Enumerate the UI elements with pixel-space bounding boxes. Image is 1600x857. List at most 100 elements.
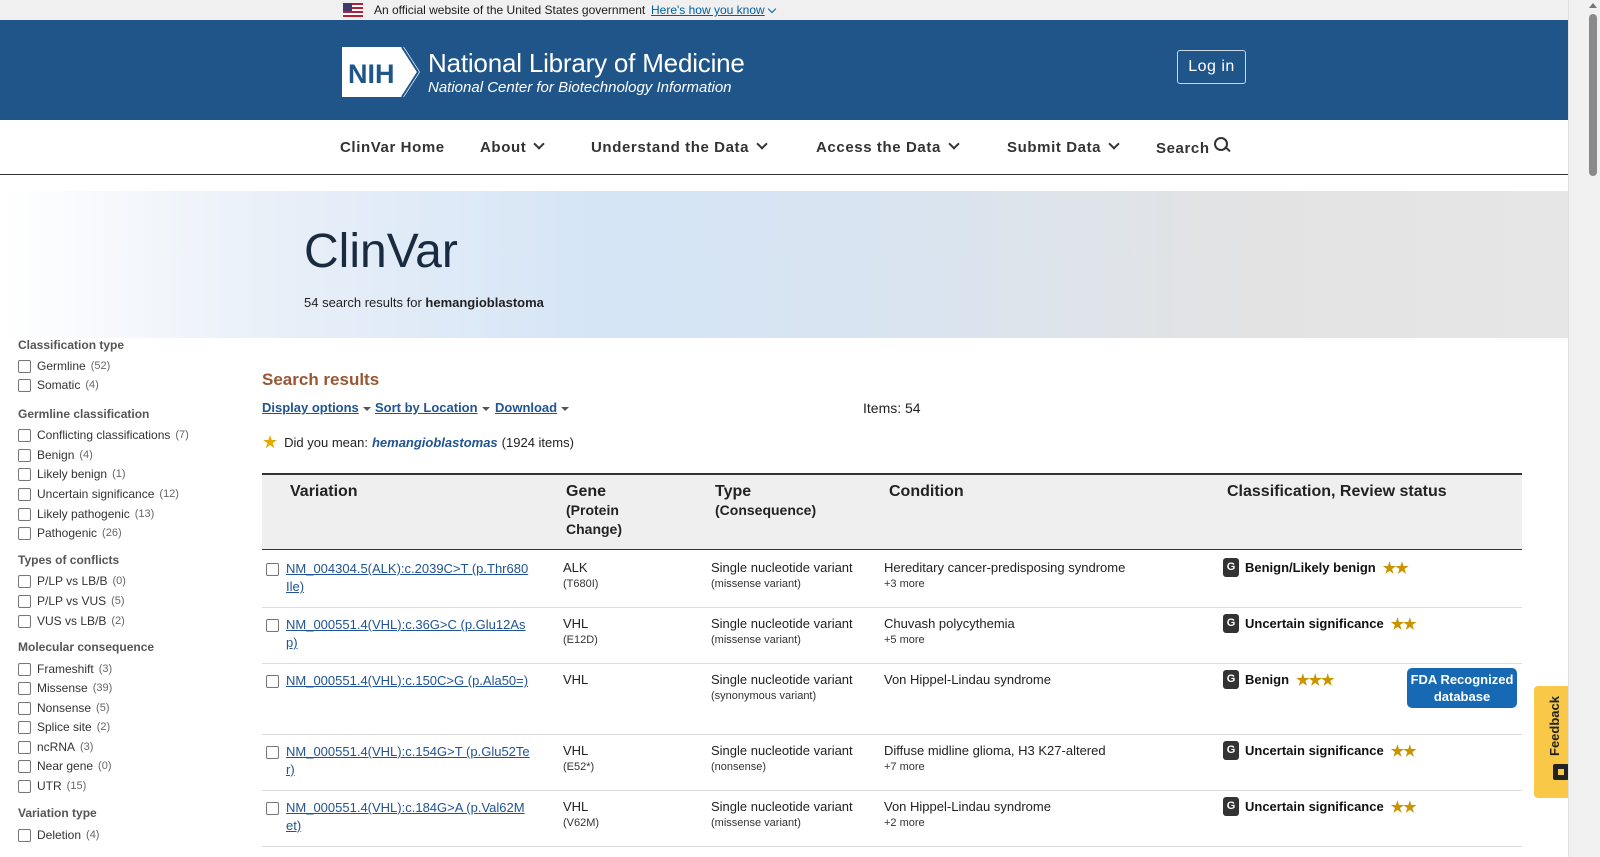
nav-clinvar-home[interactable]: ClinVar Home xyxy=(340,139,445,156)
gene-cell: VHL xyxy=(563,672,589,687)
facet-heading: Molecular consequence xyxy=(18,640,155,654)
facet-ncrna[interactable]: ncRNA (3) xyxy=(18,738,93,756)
nav-submit-data[interactable]: Submit Data xyxy=(1007,138,1120,156)
gene-cell: VHL (E12D) xyxy=(563,616,598,646)
nlm-logo[interactable]: NIH National Library of Medicine Nationa… xyxy=(342,47,762,97)
facet-pathogenic[interactable]: Pathogenic (26) xyxy=(18,524,122,542)
more-conditions-link[interactable]: +7 more xyxy=(884,761,1106,773)
classification-cell: G Benign/Likely benign ★★ xyxy=(1223,558,1409,577)
caret-down-icon xyxy=(481,406,490,411)
type-cell: Single nucleotide variant (missense varia… xyxy=(711,799,853,829)
search-icon xyxy=(1213,137,1228,151)
row-checkbox[interactable] xyxy=(266,675,279,688)
nav-understand-the-data[interactable]: Understand the Data xyxy=(591,138,768,156)
nih-logo-text: NIH xyxy=(348,59,395,89)
facet-plp-vs-lbb[interactable]: P/LP vs LB/B (0) xyxy=(18,572,126,590)
more-conditions-link[interactable]: +2 more xyxy=(884,817,1051,829)
checkbox[interactable] xyxy=(18,779,31,793)
nav-about[interactable]: About xyxy=(480,138,545,156)
scroll-up-icon[interactable] xyxy=(1589,3,1597,8)
checkbox[interactable] xyxy=(18,487,31,501)
star-icon: ★ xyxy=(262,432,279,452)
germline-badge: G xyxy=(1223,670,1239,689)
review-stars: ★★ xyxy=(1390,798,1417,816)
heres-how-you-know-link[interactable]: Here's how you know xyxy=(651,3,776,17)
facet-vus-vs-lbb[interactable]: VUS vs LB/B (2) xyxy=(18,612,125,630)
sort-menu[interactable]: Sort by Location xyxy=(375,400,490,415)
caret-down-icon xyxy=(561,406,570,411)
variation-link[interactable]: NM_000551.4(VHL):c.184G>A (p.Val62Met) xyxy=(286,799,531,835)
checkbox[interactable] xyxy=(18,467,31,481)
variation-link[interactable]: NM_000551.4(VHL):c.150C>G (p.Ala50=) xyxy=(286,672,531,690)
items-count: Items: 54 xyxy=(863,400,921,416)
classification-cell: G Uncertain significance ★★ xyxy=(1223,614,1417,633)
checkbox[interactable] xyxy=(18,378,31,392)
checkbox[interactable] xyxy=(18,720,31,734)
germline-badge: G xyxy=(1223,558,1239,577)
type-cell: Single nucleotide variant (missense varia… xyxy=(711,616,853,646)
facet-plp-vs-vus[interactable]: P/LP vs VUS (5) xyxy=(18,592,125,610)
germline-badge: G xyxy=(1223,614,1239,633)
chevron-down-icon xyxy=(948,138,960,150)
login-button[interactable]: Log in xyxy=(1177,50,1246,84)
checkbox[interactable] xyxy=(18,594,31,608)
nav-search[interactable]: Search xyxy=(1156,137,1228,157)
classification-cell: G Uncertain significance ★★ xyxy=(1223,741,1417,760)
facet-missense[interactable]: Missense (39) xyxy=(18,679,112,697)
caret-down-icon xyxy=(362,406,371,411)
review-stars: ★★ xyxy=(1390,742,1417,760)
more-conditions-link[interactable]: +3 more xyxy=(884,578,1125,590)
checkbox[interactable] xyxy=(18,526,31,540)
facet-somatic[interactable]: Somatic (4) xyxy=(18,376,99,394)
download-menu[interactable]: Download xyxy=(495,400,570,415)
display-options-menu[interactable]: Display options xyxy=(262,400,371,415)
facet-benign[interactable]: Benign (4) xyxy=(18,446,93,464)
checkbox[interactable] xyxy=(18,428,31,442)
checkbox[interactable] xyxy=(18,574,31,588)
checkbox[interactable] xyxy=(18,740,31,754)
scrollbar-thumb[interactable] xyxy=(1589,14,1597,176)
checkbox[interactable] xyxy=(18,828,31,842)
facet-conflicting[interactable]: Conflicting classifications (7) xyxy=(18,426,189,444)
col-type: Type (Consequence) xyxy=(715,483,817,518)
gov-banner: An official website of the United States… xyxy=(0,0,1568,20)
col-condition: Condition xyxy=(889,483,964,500)
row-checkbox[interactable] xyxy=(266,802,279,815)
nav-access-the-data[interactable]: Access the Data xyxy=(816,138,960,156)
variation-link[interactable]: NM_000551.4(VHL):c.154G>T (p.Glu52Ter) xyxy=(286,743,531,779)
facet-germline[interactable]: Germline (52) xyxy=(18,357,110,375)
checkbox[interactable] xyxy=(18,681,31,695)
more-conditions-link[interactable]: +5 more xyxy=(884,634,1015,646)
checkbox[interactable] xyxy=(18,759,31,773)
facet-heading: Classification type xyxy=(18,338,125,352)
facet-deletion[interactable]: Deletion (4) xyxy=(18,826,99,844)
suggestion-link[interactable]: hemangioblastomas xyxy=(372,435,498,450)
table-row: NM_004304.5(ALK):c.2039C>T (p.Thr680Ile)… xyxy=(262,552,1522,608)
facet-likely-benign[interactable]: Likely benign (1) xyxy=(18,465,126,483)
variation-link[interactable]: NM_004304.5(ALK):c.2039C>T (p.Thr680Ile) xyxy=(286,560,531,596)
checkbox[interactable] xyxy=(18,359,31,373)
facet-heading: Types of conflicts xyxy=(18,553,120,567)
checkbox[interactable] xyxy=(18,448,31,462)
facet-likely-pathogenic[interactable]: Likely pathogenic (13) xyxy=(18,505,154,523)
facet-heading: Variation type xyxy=(18,806,97,820)
page-scrollbar[interactable] xyxy=(1568,0,1600,857)
checkbox[interactable] xyxy=(18,507,31,521)
facet-near-gene[interactable]: Near gene (0) xyxy=(18,757,112,775)
row-checkbox[interactable] xyxy=(266,563,279,576)
variation-link[interactable]: NM_000551.4(VHL):c.36G>C (p.Glu12Asp) xyxy=(286,616,531,652)
checkbox[interactable] xyxy=(18,662,31,676)
facet-splice-site[interactable]: Splice site (2) xyxy=(18,718,110,736)
checkbox[interactable] xyxy=(18,701,31,715)
facet-group-germline-classification: Germline classification Conflicting clas… xyxy=(18,407,238,540)
fda-recognized-badge[interactable]: FDA Recognized database xyxy=(1407,668,1517,708)
facet-nonsense[interactable]: Nonsense (5) xyxy=(18,699,110,717)
row-checkbox[interactable] xyxy=(266,619,279,632)
facet-frameshift[interactable]: Frameshift (3) xyxy=(18,660,112,678)
main-nav: ClinVar Home About Understand the Data A… xyxy=(0,120,1568,175)
facet-utr[interactable]: UTR (15) xyxy=(18,777,86,795)
checkbox[interactable] xyxy=(18,614,31,628)
facet-uncertain[interactable]: Uncertain significance (12) xyxy=(18,485,179,503)
row-checkbox[interactable] xyxy=(266,746,279,759)
gene-cell: VHL (V62M) xyxy=(563,799,600,829)
